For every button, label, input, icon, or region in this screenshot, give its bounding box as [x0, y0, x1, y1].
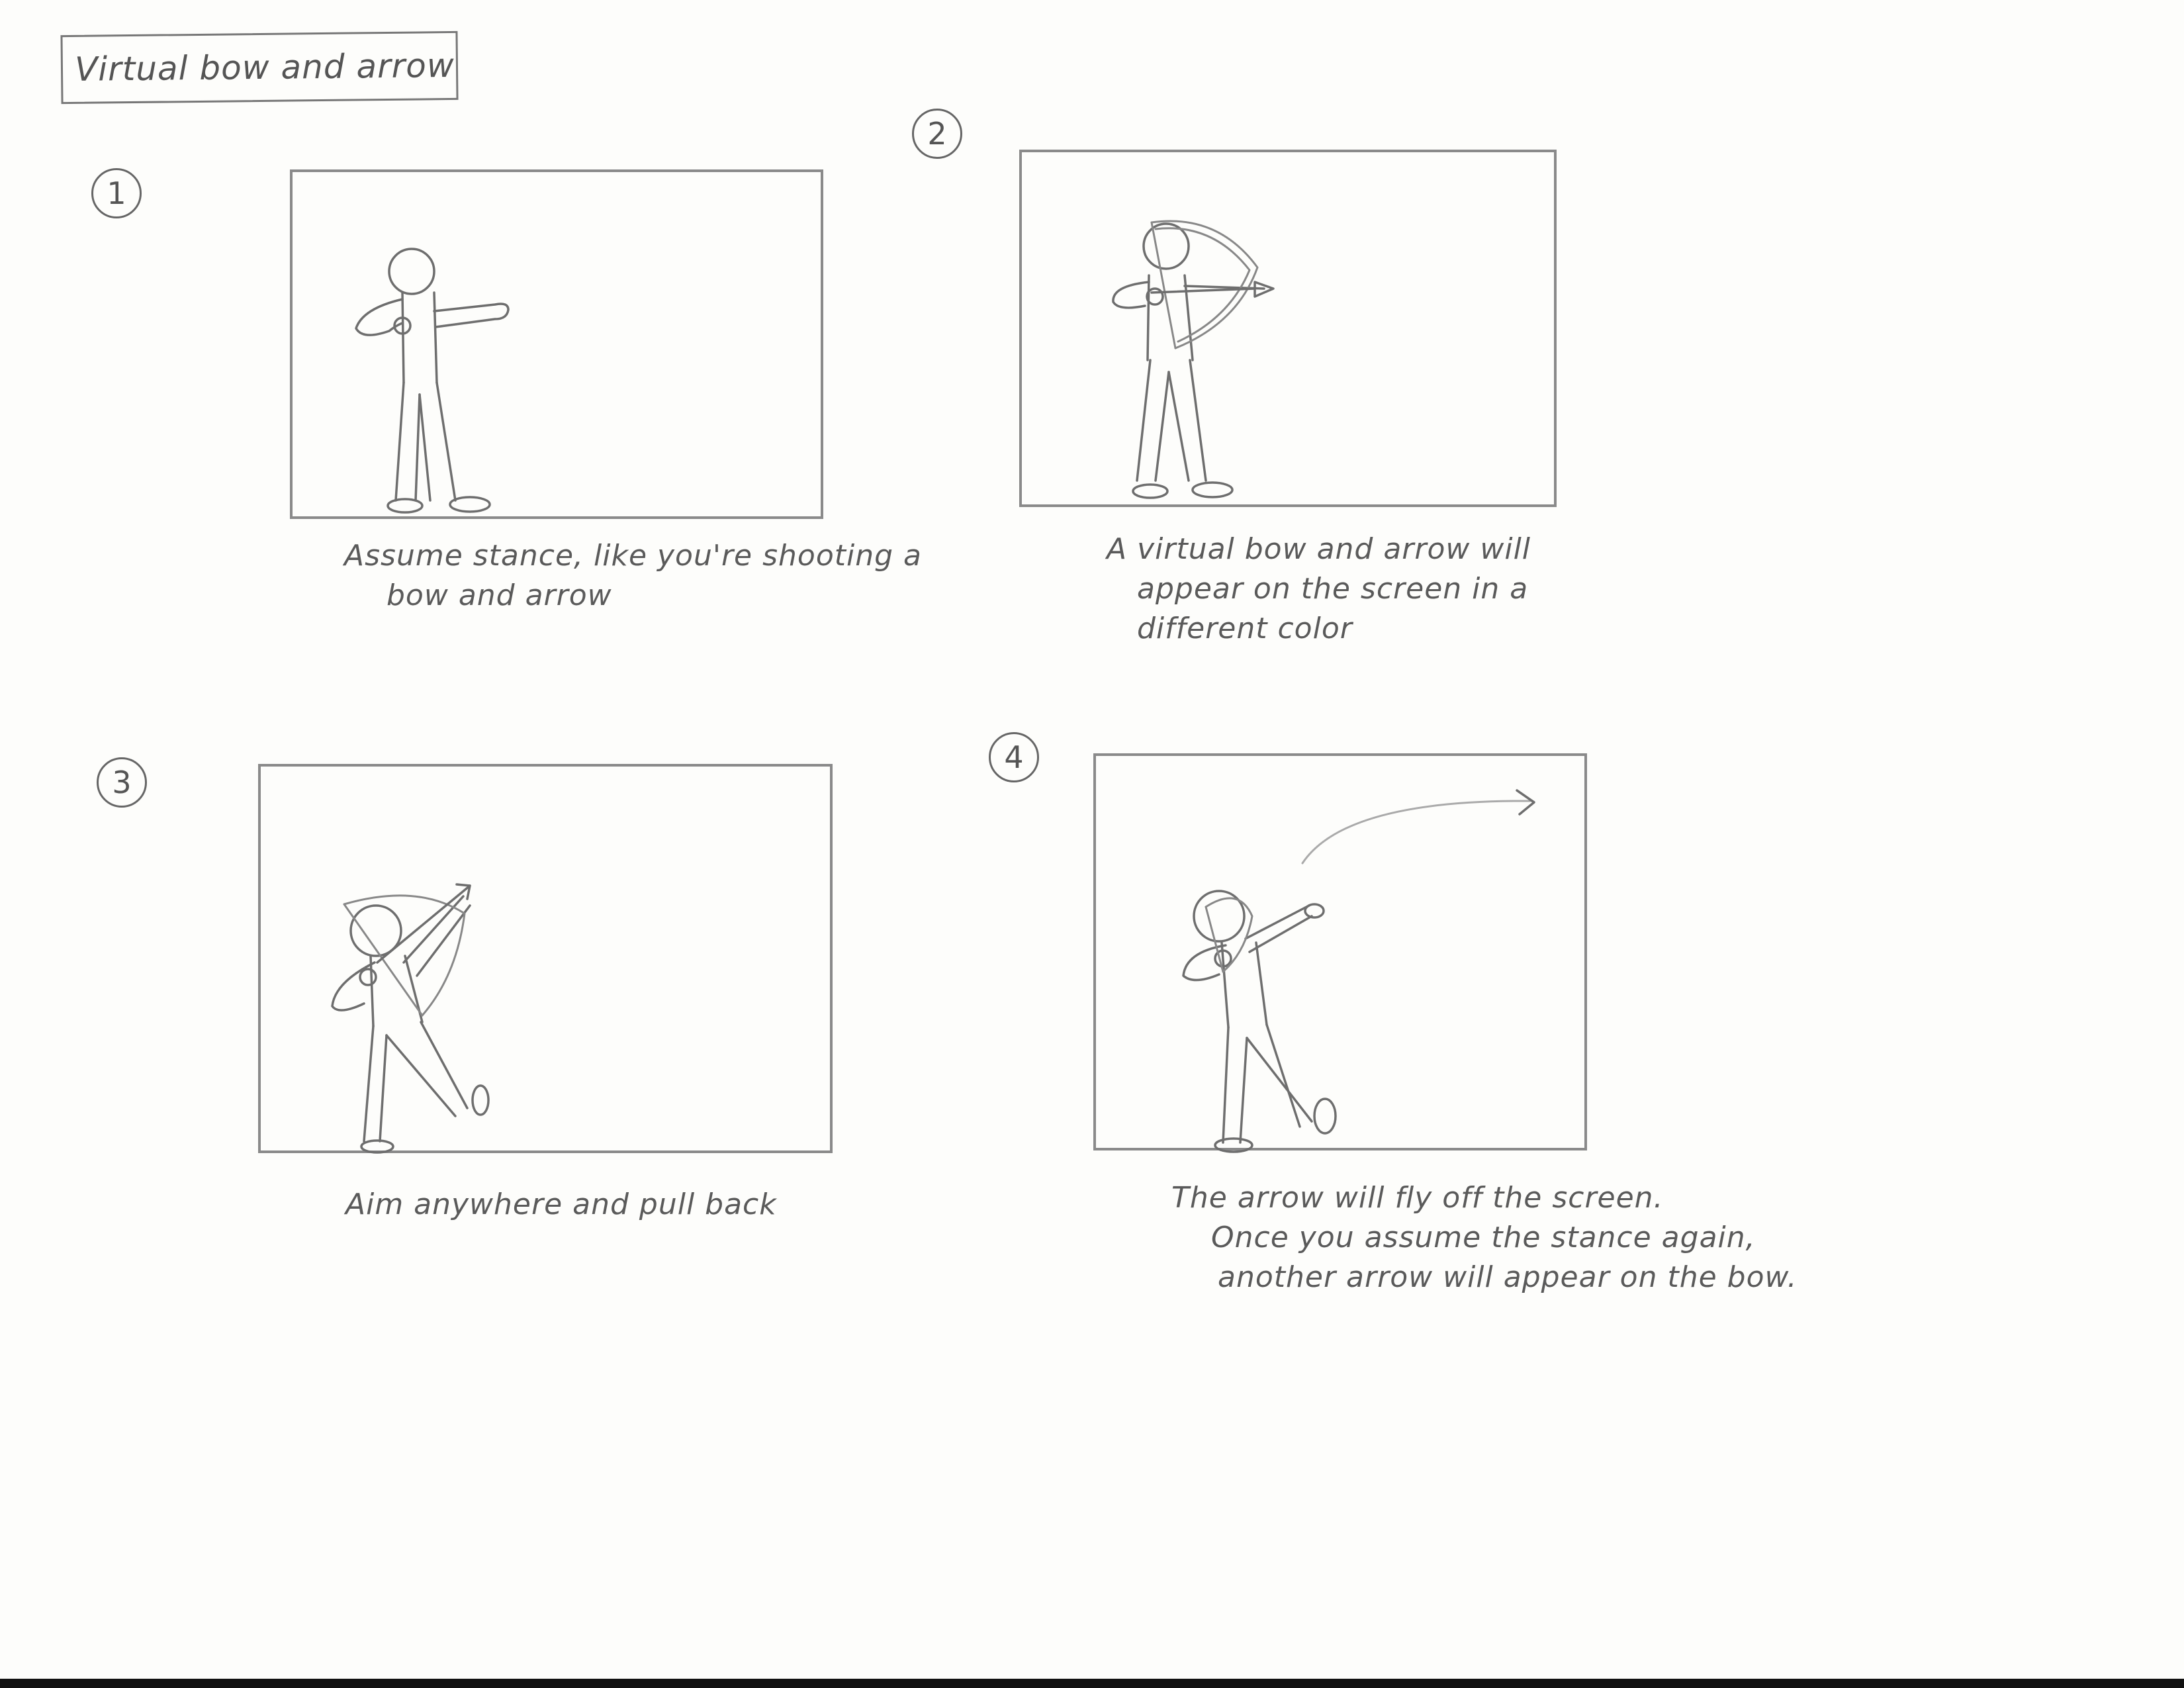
panel-1-caption: Assume stance, like you're shooting a bo… — [344, 536, 922, 616]
panel-1-caption-line: Assume stance, like you're shooting a — [344, 539, 922, 573]
panel-4-caption-line: another arrow will appear on the bow. — [1218, 1260, 1797, 1294]
panel-2-caption-line: different color — [1137, 612, 1353, 645]
panel-1-caption-line: bow and arrow — [387, 579, 612, 612]
panel-3-stick-figure — [331, 883, 490, 1154]
panel-2-stick-figure — [1112, 220, 1275, 499]
panel-2-caption-line: appear on the screen in a — [1137, 572, 1529, 606]
panel-4-stick-figure — [1182, 789, 1535, 1153]
panel-4-caption: The arrow will fly off the screen. Once … — [1171, 1178, 1797, 1297]
panel-3-caption-line: Aim anywhere and pull back — [345, 1188, 777, 1221]
scan-bottom-edge — [0, 1679, 2184, 1688]
storyboard-title: Virtual bow and arrow — [74, 46, 455, 89]
panel-3-caption: Aim anywhere and pull back — [345, 1185, 777, 1225]
storyboard-sheet: Virtual bow and arrow 1 Assume stance, l… — [0, 0, 2184, 1688]
panel-4-caption-line: The arrow will fly off the screen. — [1171, 1181, 1664, 1215]
panel-2-number: 2 — [912, 109, 962, 159]
panel-4-number: 4 — [989, 732, 1039, 782]
panel-4-caption-line: Once you assume the stance again, — [1211, 1221, 1756, 1254]
panel-1-number: 1 — [91, 168, 142, 218]
panel-3-number: 3 — [97, 757, 147, 808]
title-box: Virtual bow and arrow — [60, 30, 459, 105]
panel-2-caption: A virtual bow and arrow will appear on t… — [1107, 530, 1531, 649]
panel-1-stick-figure — [355, 248, 510, 514]
panel-2-caption-line: A virtual bow and arrow will — [1107, 532, 1531, 566]
